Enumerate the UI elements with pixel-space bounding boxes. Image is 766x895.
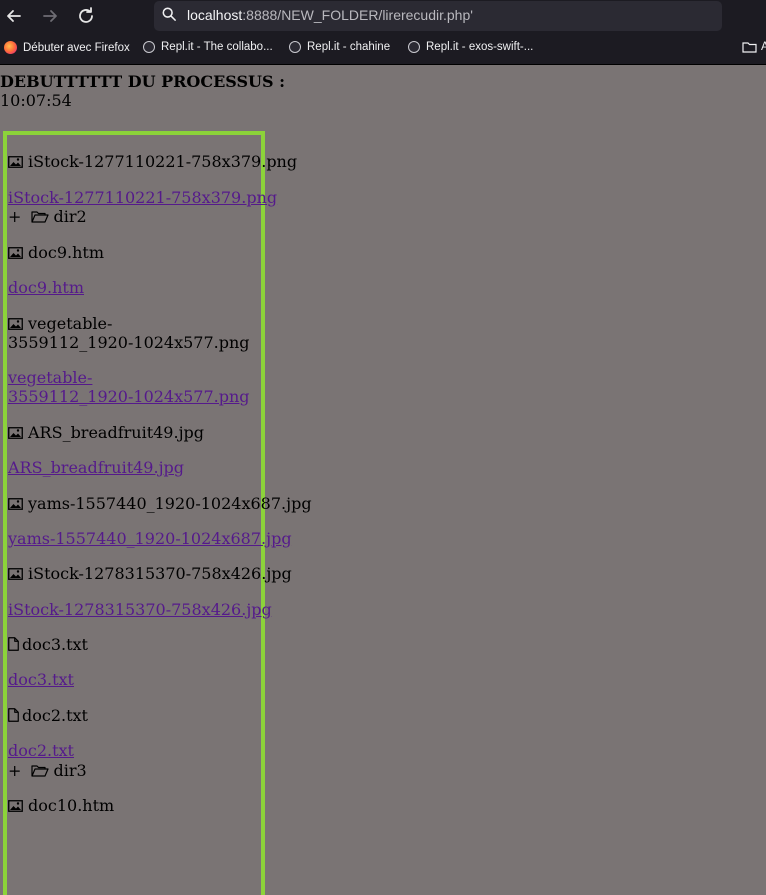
folder-open-icon bbox=[30, 211, 49, 223]
entry-link-continued[interactable]: 3559112_1920-1024x577.png bbox=[8, 387, 250, 406]
file-icon bbox=[8, 708, 19, 722]
expand-toggle[interactable]: + bbox=[8, 207, 21, 226]
entry-link[interactable]: iStock-1278315370-758x426.jpg bbox=[8, 600, 272, 619]
list-item: doc10.htm bbox=[8, 796, 114, 815]
list-item: + dir3 bbox=[8, 761, 87, 780]
entry-link[interactable]: vegetable- bbox=[8, 368, 92, 387]
entry-name: dir3 bbox=[53, 761, 87, 780]
bookmark-label: Repl.it - exos-swift-... bbox=[426, 41, 534, 53]
list-item: doc9.htm bbox=[8, 243, 104, 262]
entry-name: iStock-1277110221-758x379.png bbox=[28, 152, 298, 171]
replit-icon bbox=[143, 41, 155, 53]
entry-name: iStock-1278315370-758x426.jpg bbox=[28, 564, 292, 583]
arrow-right-icon bbox=[43, 10, 57, 22]
url-host: localhost bbox=[187, 7, 243, 23]
reload-icon bbox=[79, 7, 93, 23]
entry-link[interactable]: doc9.htm bbox=[8, 278, 84, 297]
image-icon bbox=[8, 427, 23, 439]
entry-link[interactable]: doc2.txt bbox=[8, 741, 74, 760]
entry-name: vegetable- bbox=[28, 314, 113, 333]
entry-name: yams-1557440_1920-1024x687.jpg bbox=[28, 494, 312, 513]
entry-link[interactable]: ARS_breadfruit49.jpg bbox=[8, 458, 184, 477]
list-item: doc3.txt bbox=[8, 635, 88, 654]
forward-button[interactable] bbox=[38, 4, 62, 28]
entry-name-continued: 3559112_1920-1024x577.png bbox=[8, 333, 250, 352]
image-icon bbox=[8, 318, 23, 330]
list-item: + dir2 bbox=[8, 207, 87, 226]
image-icon bbox=[8, 156, 23, 168]
list-item: doc9.htm bbox=[8, 278, 84, 297]
reload-button[interactable] bbox=[74, 4, 98, 28]
list-item: doc2.txt bbox=[8, 741, 74, 760]
bookmark-replit-chahine[interactable]: Repl.it - chahine bbox=[289, 41, 390, 53]
folder-open-icon bbox=[30, 765, 49, 777]
replit-icon bbox=[289, 41, 301, 53]
entry-name: dir2 bbox=[53, 207, 87, 226]
bookmark-replit-exos[interactable]: Repl.it - exos-swift-... bbox=[408, 41, 533, 53]
firefox-icon bbox=[4, 41, 17, 54]
entry-name: ARS_breadfruit49.jpg bbox=[28, 423, 205, 442]
entry-name: doc10.htm bbox=[28, 796, 115, 815]
list-item: iStock-1278315370-758x426.jpg bbox=[8, 600, 272, 619]
list-item: 3559112_1920-1024x577.png bbox=[8, 387, 250, 406]
list-item: iStock-1277110221-758x379.png bbox=[8, 152, 297, 171]
list-item: ARS_breadfruit49.jpg bbox=[8, 423, 204, 442]
replit-icon bbox=[408, 41, 420, 53]
process-heading: DEBUTTTTTT DU PROCESSUS : bbox=[0, 72, 286, 91]
image-icon bbox=[8, 568, 23, 580]
expand-toggle[interactable]: + bbox=[8, 761, 21, 780]
list-item: ARS_breadfruit49.jpg bbox=[8, 458, 184, 477]
entry-name: doc3.txt bbox=[22, 635, 88, 654]
entry-link[interactable]: doc3.txt bbox=[8, 670, 74, 689]
list-item: vegetable- bbox=[8, 314, 112, 333]
entry-link[interactable]: yams-1557440_1920-1024x687.jpg bbox=[8, 529, 292, 548]
list-item: doc3.txt bbox=[8, 670, 74, 689]
bookmark-folder[interactable]: A bbox=[742, 41, 766, 53]
list-item: yams-1557440_1920-1024x687.jpg bbox=[8, 529, 292, 548]
entry-link[interactable]: iStock-1277110221-758x379.png bbox=[8, 188, 277, 207]
list-item: iStock-1277110221-758x379.png bbox=[8, 188, 277, 207]
image-icon bbox=[8, 498, 23, 510]
list-item: doc2.txt bbox=[8, 706, 88, 725]
url-bar[interactable]: localhost:8888/NEW_FOLDER/lirerecudir.ph… bbox=[154, 1, 722, 31]
arrow-left-icon bbox=[7, 10, 21, 22]
bookmark-label: A bbox=[761, 41, 766, 53]
folder-icon bbox=[742, 42, 757, 53]
entry-name: doc2.txt bbox=[22, 706, 88, 725]
bookmark-label: Repl.it - chahine bbox=[307, 41, 391, 53]
bookmark-firefox[interactable]: Débuter avec Firefox bbox=[4, 41, 130, 54]
bookmark-label: Débuter avec Firefox bbox=[23, 41, 130, 54]
list-item: vegetable- bbox=[8, 368, 92, 387]
entry-name: doc9.htm bbox=[28, 243, 105, 262]
image-icon bbox=[8, 800, 23, 812]
process-time: 10:07:54 bbox=[0, 91, 72, 110]
list-item: iStock-1278315370-758x426.jpg bbox=[8, 564, 292, 583]
back-button[interactable] bbox=[2, 4, 26, 28]
bookmark-replit-collab[interactable]: Repl.it - The collabo... bbox=[143, 41, 273, 53]
url-text[interactable]: localhost:8888/NEW_FOLDER/lirerecudir.ph… bbox=[187, 7, 473, 23]
bookmarks-bar: Débuter avec Firefox Repl.it - The colla… bbox=[0, 39, 766, 59]
browser-toolbar: localhost:8888/NEW_FOLDER/lirerecudir.ph… bbox=[0, 0, 766, 65]
search-icon bbox=[162, 7, 176, 21]
image-icon bbox=[8, 247, 23, 259]
url-path: :8888/NEW_FOLDER/lirerecudir.php' bbox=[242, 7, 473, 23]
list-item: yams-1557440_1920-1024x687.jpg bbox=[8, 494, 312, 513]
bookmark-label: Repl.it - The collabo... bbox=[161, 41, 273, 53]
file-icon bbox=[8, 637, 19, 651]
list-item: 3559112_1920-1024x577.png bbox=[8, 333, 250, 352]
